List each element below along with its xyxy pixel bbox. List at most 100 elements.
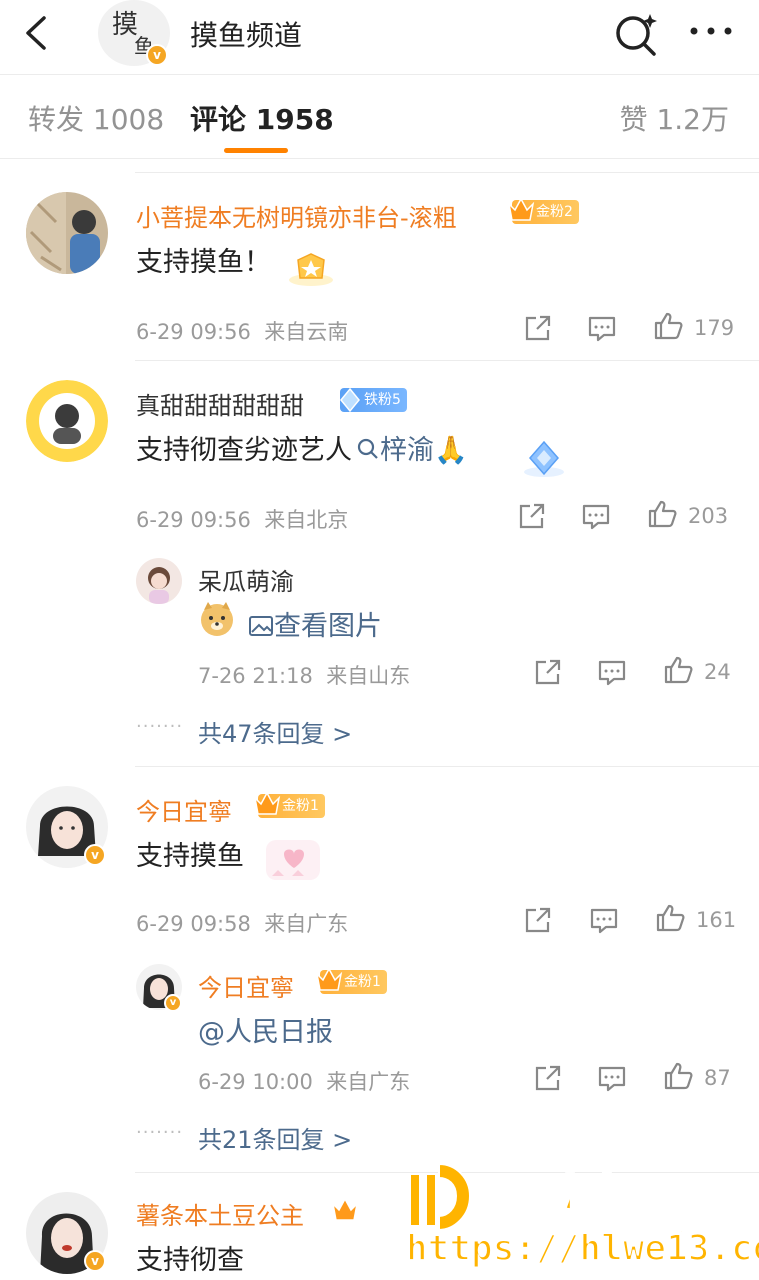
tab-comments[interactable]: 评论 1958	[190, 98, 334, 138]
divider	[135, 766, 759, 767]
avatar[interactable]	[136, 558, 182, 604]
reply-icon[interactable]	[596, 1062, 628, 1094]
avatar[interactable]	[26, 380, 108, 462]
reply-icon[interactable]	[580, 500, 612, 532]
search-topic-icon	[357, 438, 378, 459]
comment-meta: 6-29 09:56 来自北京	[136, 504, 348, 534]
share-icon[interactable]	[522, 312, 554, 344]
channel-title[interactable]: 摸鱼频道	[190, 14, 302, 54]
view-image-label: 查看图片	[274, 611, 382, 642]
topic-link[interactable]: 梓渝	[380, 435, 434, 466]
fan-badge: 金粉1	[315, 967, 387, 994]
reply-icon[interactable]	[596, 656, 628, 688]
like-icon[interactable]	[652, 310, 684, 342]
view-image-link[interactable]: 查看图片	[248, 604, 382, 643]
reply-author-name[interactable]: 呆瓜萌渝	[198, 562, 294, 597]
badge-label: 铁粉5	[364, 392, 401, 408]
crown-icon	[331, 1197, 359, 1221]
share-icon[interactable]	[532, 656, 564, 688]
reply-icon[interactable]	[586, 312, 618, 344]
crown-icon	[253, 791, 281, 815]
badge-label: 金粉1	[282, 798, 319, 814]
dotted-leader: ·······	[136, 1122, 184, 1143]
commenter-name[interactable]: 今日宜寧	[136, 792, 232, 827]
location: 来自山东	[326, 664, 411, 688]
verified-badge-icon: v	[164, 994, 182, 1012]
reply-icon[interactable]	[588, 904, 620, 936]
location: 来自广东	[326, 1070, 411, 1094]
reply-author-name[interactable]: 今日宜寧	[198, 968, 294, 1003]
like-count: 203	[688, 504, 729, 528]
location: 来自云南	[264, 320, 349, 344]
comment-text-main: 支持彻查劣迹艺人	[136, 435, 352, 466]
image-icon	[249, 616, 273, 636]
dotted-leader: ·······	[136, 716, 184, 737]
comment-text: 支持彻查	[136, 1245, 244, 1276]
mention-link[interactable]: @人民日报	[198, 1010, 333, 1049]
more-replies-link[interactable]: 共21条回复 >	[198, 1120, 352, 1155]
comment-meta: 6-29 09:56 来自云南	[136, 316, 348, 346]
sticker-icon	[524, 440, 564, 477]
search-icon[interactable]	[612, 10, 660, 58]
badge-label: 金粉1	[344, 974, 381, 990]
top-bar: 摸 鱼 v 摸鱼频道	[0, 0, 759, 70]
avatar[interactable]	[26, 192, 108, 274]
diamond-icon	[340, 387, 360, 413]
like-count: 161	[696, 908, 737, 932]
timestamp: 6-29 09:56	[136, 320, 251, 344]
crown-icon	[507, 197, 535, 221]
like-icon[interactable]	[662, 654, 694, 686]
location: 来自广东	[264, 912, 349, 936]
tab-reposts[interactable]: 转发 1008	[28, 98, 164, 138]
like-icon[interactable]	[646, 498, 678, 530]
crown-icon	[315, 967, 343, 991]
tab-likes[interactable]: 赞 1.2万	[620, 98, 729, 138]
prayer-emoji: 🙏	[434, 435, 468, 466]
sticker-icon	[289, 253, 333, 286]
share-icon[interactable]	[516, 500, 548, 532]
channel-avatar[interactable]: 摸 鱼 v	[98, 0, 170, 66]
watermark-logo-icon	[409, 1162, 472, 1232]
more-options-icon[interactable]	[686, 16, 736, 46]
fan-badge: 铁粉5	[340, 387, 407, 413]
active-tab-indicator	[224, 148, 288, 153]
divider	[0, 74, 759, 75]
share-icon[interactable]	[532, 1062, 564, 1094]
verified-badge-icon: v	[84, 844, 106, 866]
verified-badge-icon: v	[84, 1250, 106, 1272]
like-icon[interactable]	[654, 902, 686, 934]
verified-badge-icon: v	[146, 44, 168, 66]
sticker-icon	[266, 840, 320, 880]
divider	[135, 360, 759, 361]
comment-text: 支持摸鱼！	[136, 247, 271, 278]
like-count: 24	[704, 660, 731, 684]
more-replies-link[interactable]: 共47条回复 >	[198, 714, 352, 749]
timestamp: 6-29 10:00	[198, 1070, 313, 1094]
timestamp: 7-26 21:18	[198, 664, 313, 688]
divider	[0, 158, 759, 159]
comments-page: 摸 鱼 v 摸鱼频道 转发 1008 评论 1958 赞 1.2万 小菩提本无树…	[0, 0, 759, 1280]
comment-text: 支持彻查劣迹艺人 梓渝🙏	[136, 428, 468, 467]
commenter-name[interactable]: 薯条本土豆公主	[136, 1196, 304, 1231]
doge-emoji-icon	[201, 602, 233, 636]
share-icon[interactable]	[522, 904, 554, 936]
watermark-url: https://hlwe13.com	[405, 1227, 759, 1270]
fan-badge: 金粉1	[253, 791, 325, 818]
comment-text: 支持摸鱼	[136, 841, 244, 872]
watermark: 黑料网 https://hlwe13.com	[400, 1158, 759, 1280]
like-icon[interactable]	[662, 1060, 694, 1092]
timestamp: 6-29 09:56	[136, 508, 251, 532]
comment-meta: 6-29 09:58 来自广东	[136, 908, 348, 938]
location: 来自北京	[264, 508, 349, 532]
like-count: 179	[694, 316, 735, 340]
reply-meta: 6-29 10:00 来自广东	[198, 1066, 410, 1096]
badge-label: 金粉2	[536, 204, 573, 220]
commenter-name[interactable]: 真甜甜甜甜甜甜	[136, 386, 304, 421]
reply-meta: 7-26 21:18 来自山东	[198, 660, 410, 690]
like-count: 87	[704, 1066, 731, 1090]
divider	[135, 172, 759, 173]
back-arrow-icon[interactable]	[18, 12, 54, 54]
fan-badge: 金粉2	[507, 197, 579, 224]
commenter-name[interactable]: 小菩提本无树明镜亦非台-滚粗	[136, 198, 457, 233]
timestamp: 6-29 09:58	[136, 912, 251, 936]
